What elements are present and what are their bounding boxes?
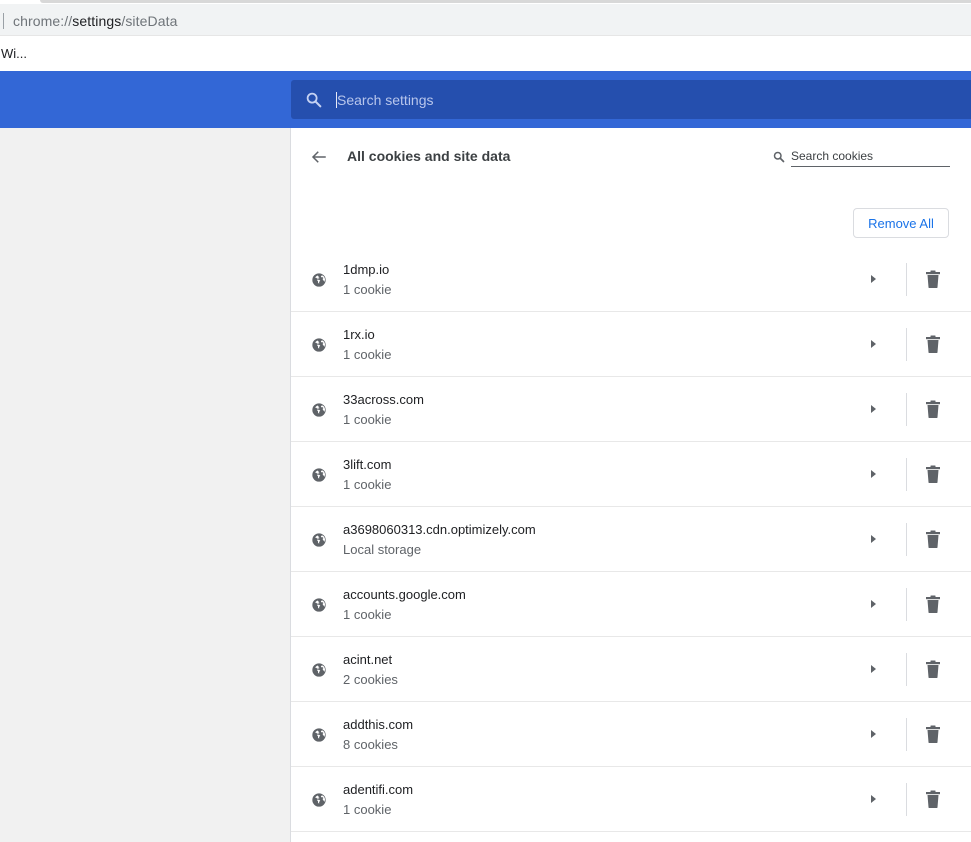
site-detail: 1 cookie xyxy=(343,477,392,492)
bookmarks-bar: Wi... xyxy=(0,36,971,71)
globe-icon xyxy=(312,338,326,352)
left-panel xyxy=(0,128,290,842)
settings-search-placeholder: Search settings xyxy=(337,92,434,108)
globe-icon xyxy=(312,533,326,547)
row-separator xyxy=(906,458,907,491)
url-path: /siteData xyxy=(121,13,178,29)
tab-edge xyxy=(40,0,971,3)
globe-icon xyxy=(312,598,326,612)
site-name: accounts.google.com xyxy=(343,587,466,602)
site-row[interactable]: 1rx.io 1 cookie xyxy=(291,312,971,377)
row-separator xyxy=(906,783,907,816)
page-title: All cookies and site data xyxy=(347,148,511,164)
site-row[interactable]: adentifi.com 1 cookie xyxy=(291,767,971,832)
row-separator xyxy=(906,588,907,621)
globe-icon xyxy=(312,793,326,807)
trash-icon[interactable] xyxy=(925,790,941,808)
row-separator xyxy=(906,263,907,296)
site-name: acint.net xyxy=(343,652,393,667)
chevron-right-icon[interactable] xyxy=(868,729,878,739)
site-name: 1dmp.io xyxy=(343,262,390,277)
site-detail: Local storage xyxy=(343,542,422,557)
globe-icon xyxy=(312,403,326,417)
site-name: 1rx.io xyxy=(343,327,375,342)
site-detail: 1 cookie xyxy=(343,607,392,622)
site-detail: 1 cookie xyxy=(343,412,392,427)
search-icon xyxy=(306,92,322,108)
site-detail: 1 cookie xyxy=(343,347,392,362)
site-row[interactable]: a3698060313.cdn.optimizely.com Local sto… xyxy=(291,507,971,572)
globe-icon xyxy=(312,273,326,287)
trash-icon[interactable] xyxy=(925,660,941,678)
site-detail: 8 cookies xyxy=(343,737,398,752)
site-name: addthis.com xyxy=(343,717,414,732)
trash-icon[interactable] xyxy=(925,270,941,288)
address-url[interactable]: chrome://settings/siteData xyxy=(13,13,177,29)
chevron-right-icon[interactable] xyxy=(868,274,878,284)
site-detail: 2 cookies xyxy=(343,672,398,687)
search-cookies[interactable]: Search cookies xyxy=(770,148,951,168)
remove-all-button[interactable]: Remove All xyxy=(853,208,949,238)
site-row[interactable]: 3lift.com 1 cookie xyxy=(291,442,971,507)
chevron-right-icon[interactable] xyxy=(868,339,878,349)
site-row[interactable]: accounts.google.com 1 cookie xyxy=(291,572,971,637)
settings-header: Search settings xyxy=(0,71,971,128)
back-arrow-icon[interactable] xyxy=(310,148,328,166)
globe-icon xyxy=(312,468,326,482)
site-name: adentifi.com xyxy=(343,782,414,797)
address-bar[interactable]: chrome://settings/siteData xyxy=(0,4,971,36)
site-name: a3698060313.cdn.optimizely.com xyxy=(343,522,536,537)
url-scheme: chrome:// xyxy=(13,13,73,29)
bookmark-item[interactable]: Wi... xyxy=(1,46,27,61)
chevron-right-icon[interactable] xyxy=(868,599,878,609)
row-separator xyxy=(906,328,907,361)
trash-icon[interactable] xyxy=(925,725,941,743)
address-bar-caret xyxy=(3,13,4,29)
chevron-right-icon[interactable] xyxy=(868,794,878,804)
trash-icon[interactable] xyxy=(925,465,941,483)
site-detail: 1 cookie xyxy=(343,282,392,297)
site-data-card: All cookies and site data Search cookies… xyxy=(291,128,971,842)
search-cookies-placeholder: Search cookies xyxy=(791,149,874,163)
site-row[interactable]: addthis.com 8 cookies xyxy=(291,702,971,767)
chevron-right-icon[interactable] xyxy=(868,469,878,479)
site-row[interactable]: acint.net 2 cookies xyxy=(291,637,971,702)
search-icon xyxy=(773,151,785,163)
site-name: 3lift.com xyxy=(343,457,392,472)
trash-icon[interactable] xyxy=(925,400,941,418)
settings-search[interactable]: Search settings xyxy=(291,80,971,119)
site-name: 33across.com xyxy=(343,392,424,407)
globe-icon xyxy=(312,728,326,742)
site-detail: 1 cookie xyxy=(343,802,392,817)
site-list: 1dmp.io 1 cookie 1rx.io 1 cookie 33acros… xyxy=(291,247,971,832)
row-separator xyxy=(906,393,907,426)
search-cookies-input[interactable]: Search cookies xyxy=(791,148,950,167)
trash-icon[interactable] xyxy=(925,335,941,353)
globe-icon xyxy=(312,663,326,677)
chevron-right-icon[interactable] xyxy=(868,534,878,544)
site-row[interactable]: 1dmp.io 1 cookie xyxy=(291,247,971,312)
row-separator xyxy=(906,718,907,751)
url-host: settings xyxy=(72,13,122,29)
trash-icon[interactable] xyxy=(925,530,941,548)
trash-icon[interactable] xyxy=(925,595,941,613)
chevron-right-icon[interactable] xyxy=(868,404,878,414)
chevron-right-icon[interactable] xyxy=(868,664,878,674)
row-separator xyxy=(906,653,907,686)
site-row[interactable]: 33across.com 1 cookie xyxy=(291,377,971,442)
row-separator xyxy=(906,523,907,556)
